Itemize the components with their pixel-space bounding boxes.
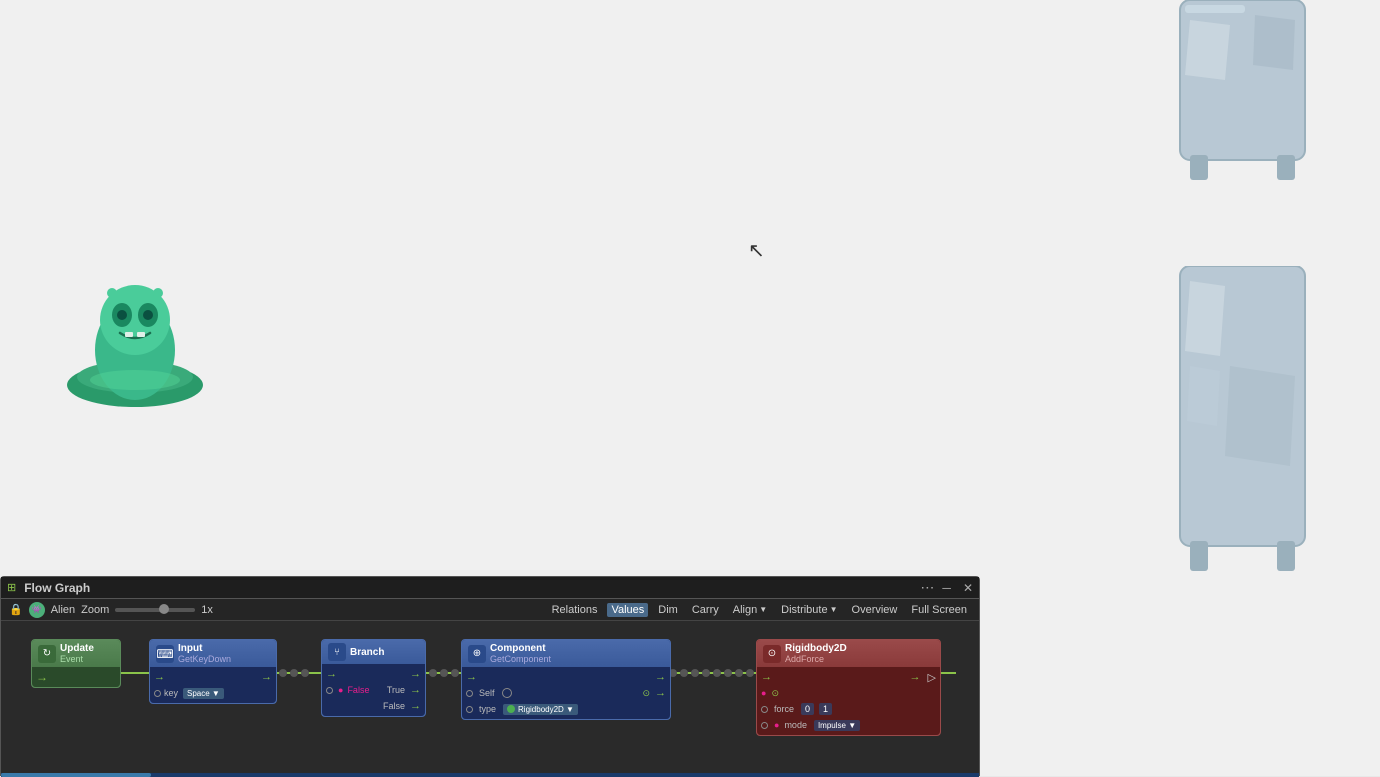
node-update[interactable]: ↻ Update Event → bbox=[31, 639, 121, 688]
scroll-bar[interactable] bbox=[1, 773, 979, 777]
node-rigidbody-header: ⊙ Rigidbody2D AddForce bbox=[757, 640, 940, 667]
rigidbody-force-port: force 0 1 bbox=[757, 701, 940, 717]
branch-true-port: ● False True → bbox=[322, 682, 425, 698]
branch-flow-port: → → bbox=[322, 666, 425, 682]
scroll-thumb bbox=[1, 773, 151, 777]
component-type-port: type Rigidbody2D ▼ bbox=[462, 701, 670, 717]
distribute-arrow: ▼ bbox=[830, 605, 838, 614]
component-flow-port: → → bbox=[462, 669, 670, 685]
dim-button[interactable]: Dim bbox=[654, 603, 682, 617]
force-value-1[interactable]: 1 bbox=[819, 703, 832, 715]
zoom-slider-container bbox=[115, 608, 195, 612]
update-flow-arrow: → bbox=[36, 670, 48, 684]
node-component[interactable]: ⊕ Component GetComponent → → Self ⊙ bbox=[461, 639, 671, 720]
alien-label: Alien bbox=[51, 604, 75, 616]
input-icon: ⌨ bbox=[156, 645, 174, 663]
lock-icon[interactable]: 🔒 bbox=[9, 603, 23, 616]
branch-bool-value: False bbox=[347, 685, 369, 695]
alien-character bbox=[60, 265, 210, 420]
node-component-subtitle: GetComponent bbox=[490, 654, 551, 664]
carry-button[interactable]: Carry bbox=[688, 603, 723, 617]
alien-label-icon: 👾 bbox=[29, 602, 45, 618]
flow-graph-toolbar: 🔒 👾 Alien Zoom 1x Relations Values Dim C… bbox=[1, 599, 979, 621]
false-label: False bbox=[383, 701, 405, 711]
update-flow-port: → bbox=[32, 669, 120, 685]
panel-minimize[interactable]: ─ bbox=[942, 581, 951, 595]
node-rigidbody-title: Rigidbody2D bbox=[785, 643, 847, 654]
flow-graph-header: ⊞ Flow Graph ⋯ ─ ✕ bbox=[1, 577, 979, 599]
component-icon: ⊕ bbox=[468, 645, 486, 663]
flow-graph-panel: ⊞ Flow Graph ⋯ ─ ✕ 🔒 👾 Alien Zoom 1x Rel… bbox=[0, 576, 980, 776]
node-update-title: Update bbox=[60, 643, 94, 654]
panel-options[interactable]: ⋯ bbox=[920, 579, 934, 596]
input-key-port: key Space ▼ bbox=[150, 685, 276, 701]
align-arrow: ▼ bbox=[759, 605, 767, 614]
rigidbody-icon: ⊙ bbox=[763, 645, 781, 663]
input-flow-in: → bbox=[154, 671, 165, 683]
node-rigidbody-ports: → → ▷ ● ⊙ force 0 1 ● bbox=[757, 667, 940, 735]
node-input-header: ⌨ Input GetKeyDown bbox=[150, 640, 276, 667]
node-input-subtitle: GetKeyDown bbox=[178, 654, 231, 664]
key-value[interactable]: Space ▼ bbox=[183, 688, 224, 699]
node-canvas[interactable]: ↻ Update Event → ⌨ Input GetKeyDown bbox=[1, 621, 979, 777]
fullscreen-button[interactable]: Full Screen bbox=[907, 603, 971, 617]
node-rigidbody-subtitle: AddForce bbox=[785, 654, 847, 664]
node-rigidbody[interactable]: ⊙ Rigidbody2D AddForce → → ▷ ● ⊙ bbox=[756, 639, 941, 736]
type-value[interactable]: Rigidbody2D ▼ bbox=[503, 704, 578, 715]
zoom-thumb bbox=[159, 604, 169, 614]
component-out-dot: ⊙ bbox=[642, 688, 650, 699]
branch-icon: ⑂ bbox=[328, 643, 346, 661]
node-update-ports: → bbox=[32, 667, 120, 687]
flow-graph-title: Flow Graph bbox=[24, 581, 90, 595]
input-flow-port: → → bbox=[150, 669, 276, 685]
input-flow-out: → bbox=[261, 671, 272, 683]
values-button[interactable]: Values bbox=[607, 603, 648, 617]
zoom-slider[interactable] bbox=[115, 608, 195, 612]
node-component-header: ⊕ Component GetComponent bbox=[462, 640, 670, 667]
key-label: key bbox=[164, 688, 178, 698]
zoom-label: Zoom bbox=[81, 604, 109, 616]
robot-character-top bbox=[1165, 0, 1320, 185]
distribute-button[interactable]: Distribute ▼ bbox=[777, 603, 841, 617]
rigidbody-flow-port: → → ▷ bbox=[757, 669, 940, 685]
node-input-title: Input bbox=[178, 643, 231, 654]
node-update-subtitle: Event bbox=[60, 654, 94, 664]
update-icon: ↻ bbox=[38, 645, 56, 663]
panel-close[interactable]: ✕ bbox=[963, 581, 973, 595]
overview-button[interactable]: Overview bbox=[848, 603, 902, 617]
force-label: force bbox=[774, 704, 794, 714]
node-branch-header: ⑂ Branch bbox=[322, 640, 425, 664]
node-branch-ports: → → ● False True → False → bbox=[322, 664, 425, 716]
node-update-header: ↻ Update Event bbox=[32, 640, 120, 667]
zoom-value: 1x bbox=[201, 604, 213, 616]
self-icon bbox=[502, 688, 512, 698]
node-branch-title: Branch bbox=[350, 647, 384, 658]
mode-value[interactable]: Impulse ▼ bbox=[814, 720, 860, 731]
component-self-port: Self ⊙ → bbox=[462, 685, 670, 701]
rigidbody-self-port: ● ⊙ bbox=[757, 685, 940, 701]
flow-graph-icon: ⊞ bbox=[7, 581, 16, 594]
type-label: type bbox=[479, 704, 496, 714]
align-button[interactable]: Align ▼ bbox=[729, 603, 771, 617]
branch-bool-dot: ● bbox=[338, 685, 343, 695]
rigidbody-mode-port: ● mode Impulse ▼ bbox=[757, 717, 940, 733]
node-input-ports: → → key Space ▼ bbox=[150, 667, 276, 703]
mode-label: mode bbox=[784, 720, 807, 730]
node-input[interactable]: ⌨ Input GetKeyDown → → key Space ▼ bbox=[149, 639, 277, 704]
relations-button[interactable]: Relations bbox=[548, 603, 602, 617]
branch-false-port: False → bbox=[322, 698, 425, 714]
node-component-ports: → → Self ⊙ → type Rigid bbox=[462, 667, 670, 719]
node-branch[interactable]: ⑂ Branch → → ● False True → bbox=[321, 639, 426, 717]
robot-character-bottom bbox=[1165, 266, 1320, 576]
force-value-0[interactable]: 0 bbox=[801, 703, 814, 715]
node-component-title: Component bbox=[490, 643, 551, 654]
self-label: Self bbox=[479, 688, 495, 698]
true-label: True bbox=[387, 685, 405, 695]
